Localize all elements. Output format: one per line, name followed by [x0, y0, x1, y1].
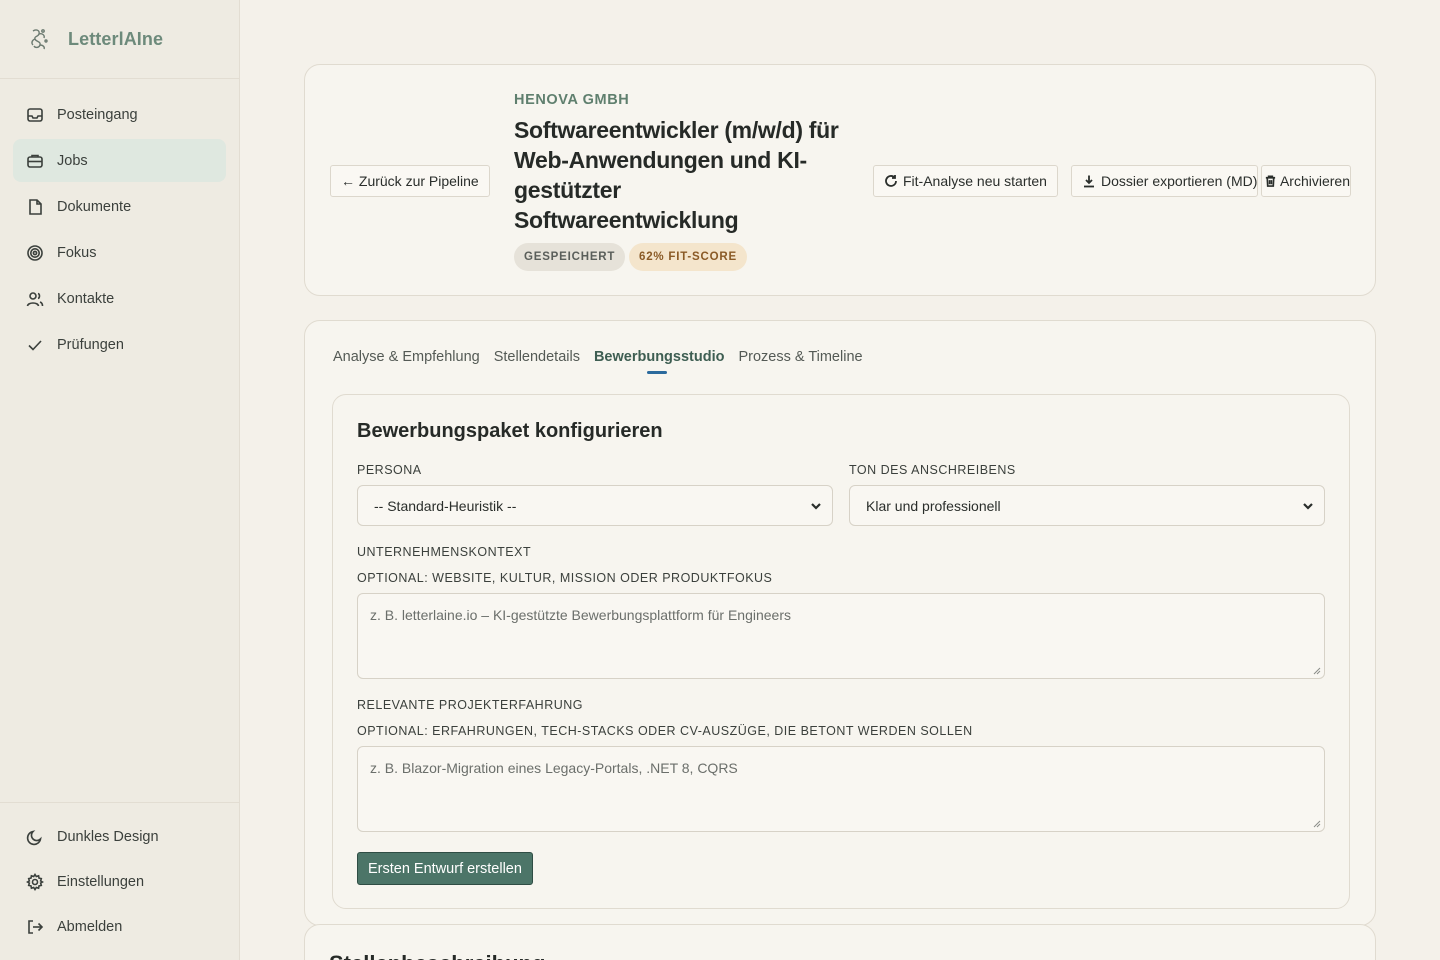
sidebar-item-posteingang[interactable]: Posteingang: [13, 93, 226, 136]
persona-value: -- Standard-Heuristik --: [374, 497, 517, 514]
back-to-pipeline-button[interactable]: ← Zurück zur Pipeline: [330, 165, 490, 197]
sidebar-item-label: Abmelden: [57, 918, 123, 935]
tab-analyse[interactable]: Analyse & Empfehlung: [333, 349, 480, 365]
users-icon: [26, 291, 44, 306]
download-icon: [1084, 175, 1094, 188]
rerun-label: Fit-Analyse neu starten: [903, 173, 1047, 189]
resize-grip-icon[interactable]: [1313, 820, 1321, 828]
fit-score-badge: 62% FIT-SCORE: [629, 243, 747, 271]
company-context-label: UNTERNEHMENSKONTEXT: [357, 545, 532, 559]
persona-select[interactable]: -- Standard-Heuristik --: [357, 485, 833, 526]
tone-label: TON DES ANSCHREIBENS: [849, 463, 1016, 477]
sidebar-nav: Posteingang Jobs Dokumente Fokus Kontakt…: [0, 79, 239, 366]
sidebar-item-fokus[interactable]: Fokus: [13, 231, 226, 274]
job-description-card: Stellenbeschreibung: [304, 924, 1376, 960]
company-context-hint: OPTIONAL: WEBSITE, KULTUR, MISSION ODER …: [357, 571, 773, 585]
inbox-icon: [27, 107, 43, 122]
sidebar-item-label: Posteingang: [57, 106, 138, 123]
export-dossier-button[interactable]: Dossier exportieren (MD): [1071, 165, 1259, 197]
sidebar-item-dokumente[interactable]: Dokumente: [13, 185, 226, 228]
refresh-icon: [885, 175, 897, 187]
sidebar-item-kontakte[interactable]: Kontakte: [13, 277, 226, 320]
experience-label: RELEVANTE PROJEKTERFAHRUNG: [357, 698, 584, 712]
tab-prozess-timeline[interactable]: Prozess & Timeline: [738, 349, 862, 365]
job-header-card: ← Zurück zur Pipeline HENOVA GMBH Softwa…: [304, 64, 1376, 296]
job-description-title: Stellenbeschreibung: [329, 951, 545, 960]
form-title: Bewerbungspaket konfigurieren: [357, 420, 663, 442]
application-package-form: Bewerbungspaket konfigurieren PERSONA --…: [332, 394, 1350, 909]
sidebar-item-label: Dokumente: [57, 198, 132, 215]
company-context-textarea[interactable]: z. B. letterlaine.io – KI-gestützte Bewe…: [357, 593, 1325, 679]
document-icon: [29, 198, 42, 215]
tone-value: Klar und professionell: [866, 497, 1001, 514]
sidebar-item-label: Fokus: [57, 244, 97, 261]
company-name: HENOVA GMBH: [514, 92, 630, 108]
check-icon: [28, 339, 42, 351]
sidebar-item-label: Prüfungen: [57, 336, 124, 353]
sidebar-item-label: Einstellungen: [57, 873, 145, 890]
sidebar-bottom: Dunkles Design Einstellungen Abmelden: [0, 802, 239, 960]
experience-hint: OPTIONAL: ERFAHRUNGEN, TECH-STACKS ODER …: [357, 724, 973, 738]
sidebar-item-settings[interactable]: Einstellungen: [13, 860, 226, 903]
experience-placeholder: z. B. Blazor-Migration eines Legacy-Port…: [370, 760, 738, 776]
brand[interactable]: LetterlAIne: [0, 0, 239, 79]
tab-bewerbungsstudio[interactable]: Bewerbungsstudio: [594, 349, 724, 374]
tab-stellendetails[interactable]: Stellendetails: [494, 349, 580, 365]
sidebar-item-pruefungen[interactable]: Prüfungen: [13, 323, 226, 366]
rerun-fit-analysis-button[interactable]: Fit-Analyse neu starten: [873, 165, 1058, 197]
job-title: Softwareentwickler (m/w/d) für Web-Anwen…: [514, 117, 839, 233]
chevron-down-icon: [811, 503, 821, 510]
sidebar-item-jobs[interactable]: Jobs: [13, 139, 226, 182]
archive-label: Archivieren: [1279, 173, 1350, 189]
logout-button[interactable]: Abmelden: [13, 905, 226, 948]
sidebar-item-label: Kontakte: [57, 290, 115, 307]
gear-icon: [26, 872, 44, 891]
chevron-down-icon: [1303, 503, 1313, 510]
experience-textarea[interactable]: z. B. Blazor-Migration eines Legacy-Port…: [357, 746, 1325, 832]
create-first-draft-button[interactable]: Ersten Entwurf erstellen: [357, 852, 533, 885]
briefcase-icon: [27, 154, 43, 168]
moon-icon: [26, 829, 42, 845]
sidebar: LetterlAIne Posteingang Jobs Dokumente F…: [0, 0, 240, 960]
tone-select[interactable]: Klar und professionell: [849, 485, 1325, 526]
status-badge: GESPEICHERT: [514, 243, 626, 271]
tab-bar: Analyse & Empfehlung Stellendetails Bewe…: [333, 349, 877, 374]
sidebar-item-label: Dunkles Design: [57, 828, 159, 845]
sidebar-item-label: Jobs: [57, 152, 88, 169]
persona-label: PERSONA: [357, 463, 422, 477]
export-label: Dossier exportieren (MD): [1101, 173, 1258, 189]
resize-grip-icon[interactable]: [1313, 667, 1321, 675]
trash-icon: [1265, 175, 1276, 187]
archive-button[interactable]: Archivieren: [1261, 165, 1351, 197]
dark-mode-toggle[interactable]: Dunkles Design: [13, 815, 226, 858]
target-icon: [27, 244, 43, 261]
logout-icon: [28, 919, 44, 934]
company-context-placeholder: z. B. letterlaine.io – KI-gestützte Bewe…: [370, 607, 791, 623]
logo-icon: [31, 29, 48, 50]
job-content-card: Analyse & Empfehlung Stellendetails Bewe…: [304, 320, 1376, 926]
brand-name: LetterlAIne: [68, 28, 164, 49]
